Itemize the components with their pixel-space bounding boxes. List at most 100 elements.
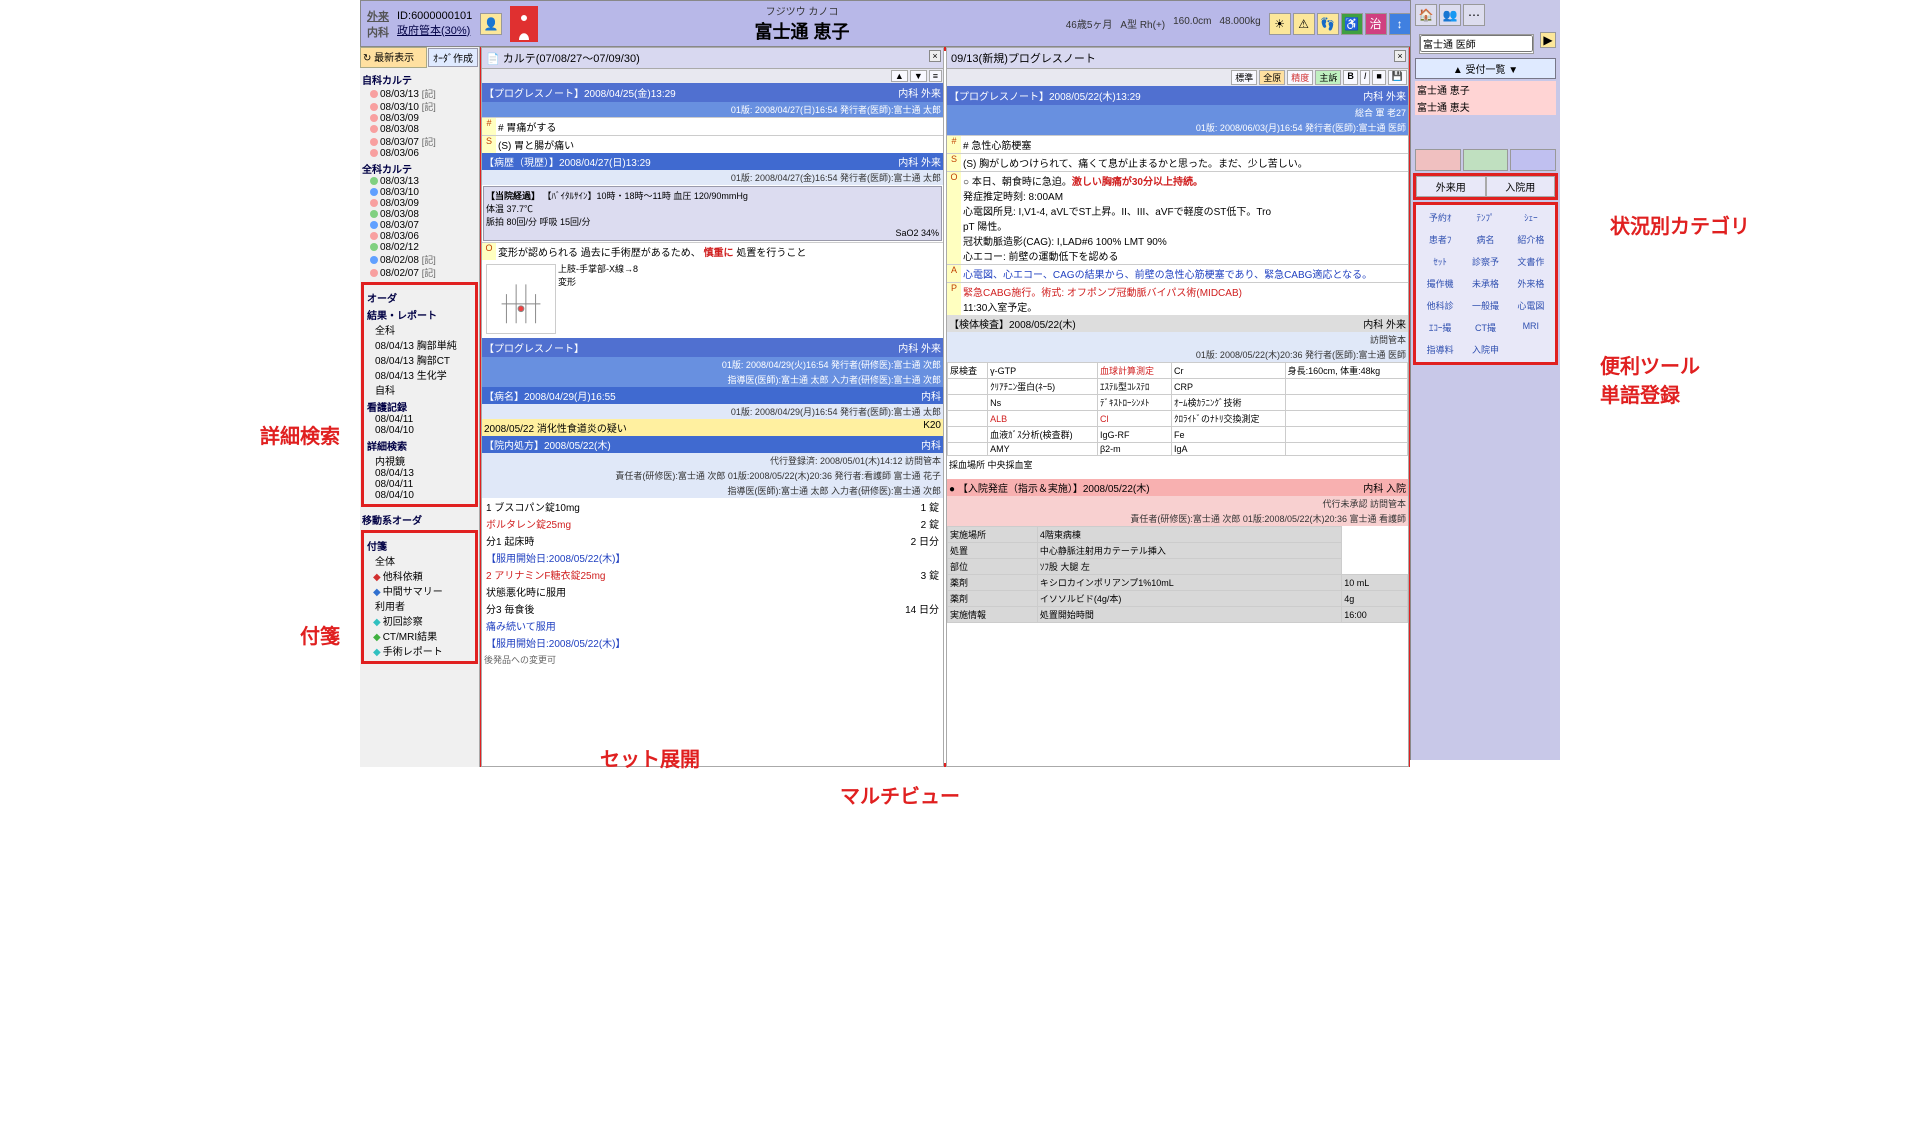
tool-palette-item[interactable]: 心電図 — [1509, 295, 1553, 316]
tree-cat-all-dept[interactable]: 全科カルテ — [362, 161, 477, 176]
tree-nursing-item[interactable]: 08/04/10 — [367, 425, 472, 436]
recent-patient-item[interactable]: 富士通 恵夫 — [1415, 98, 1556, 115]
staff-search-input[interactable] — [1420, 35, 1533, 52]
tree-date-item[interactable]: 08/03/08 — [362, 124, 477, 135]
tree-cat-detail-search[interactable]: 詳細検索 — [367, 438, 472, 453]
pane2-tool-all[interactable]: 全原 — [1259, 70, 1285, 85]
pane2-italic-icon[interactable]: I — [1360, 70, 1371, 85]
latest-view-button[interactable]: ↻ 最新表示 — [360, 47, 427, 68]
sticky-item[interactable]: 他科依頼 — [367, 568, 472, 583]
tree-date-item[interactable]: 08/03/06 — [362, 231, 477, 242]
flag2-icon[interactable]: ⚠ — [1293, 13, 1315, 35]
tool-palette-item[interactable]: 文書作 — [1509, 251, 1553, 272]
tree-date-item[interactable]: 08/03/09 — [362, 198, 477, 209]
tool-palette-item[interactable]: ｾｯﾄ — [1418, 251, 1462, 272]
tool-palette-item[interactable]: 患者ﾌ — [1418, 229, 1462, 250]
tool-palette-item[interactable]: ｼｪｰ — [1509, 207, 1553, 228]
pane2-tool-prec[interactable]: 精度 — [1287, 70, 1313, 85]
pane1-close-icon[interactable]: × — [929, 50, 941, 62]
tool-palette-item[interactable]: 予約ｵ — [1418, 207, 1462, 228]
tool-palette-item[interactable]: 入院申 — [1463, 339, 1507, 360]
tree-endo-item[interactable]: 08/04/13 — [367, 468, 472, 479]
tree-date-item[interactable]: 08/02/12 — [362, 242, 477, 253]
group-icon[interactable]: 👥 — [1439, 4, 1461, 26]
reception-list-button[interactable]: ▲ 受付一覧 ▼ — [1415, 58, 1556, 79]
tree-cat-result[interactable]: 結果・レポート — [367, 307, 472, 322]
order-create-button[interactable]: ｵｰﾀﾞ作成 — [428, 48, 478, 67]
tool-palette-item[interactable]: 外来格 — [1509, 273, 1553, 294]
recent-patient-item[interactable]: 富士通 恵子 — [1415, 81, 1556, 98]
tree-nursing-item[interactable]: 08/04/11 — [367, 414, 472, 425]
ticket-link[interactable]: 政府管本(30%) — [397, 22, 472, 38]
pane2-close-icon[interactable]: × — [1394, 50, 1406, 62]
tree-cat-order[interactable]: オーダ — [367, 290, 472, 305]
flag1-icon[interactable]: ☀ — [1269, 13, 1291, 35]
flag3-icon[interactable]: 👣 — [1317, 13, 1339, 35]
sticky-item[interactable]: CT/MRI結果 — [367, 628, 472, 643]
pane1-tool-up-icon[interactable]: ▲ — [891, 70, 908, 82]
tabbar-icon1[interactable] — [1415, 149, 1461, 171]
tree-date-item[interactable]: 08/02/07 [記] — [362, 266, 477, 279]
tree-date-item[interactable]: 08/03/07 [記] — [362, 135, 477, 148]
tabbar-icon3[interactable] — [1510, 149, 1556, 171]
tree-cat-nursing[interactable]: 看護記録 — [367, 399, 472, 414]
tree-date-item[interactable]: 08/03/13 — [362, 176, 477, 187]
dept-internal[interactable]: 内科 — [367, 24, 389, 40]
tree-sticky-all[interactable]: 全体 — [367, 553, 472, 568]
tab-inpatient[interactable]: 入院用 — [1486, 176, 1556, 197]
tree-date-item[interactable]: 08/03/08 — [362, 209, 477, 220]
sticky-item[interactable]: 初回診察 — [367, 613, 472, 628]
dept-outpatient[interactable]: 外来 — [367, 8, 389, 24]
tree-sub-endoscope[interactable]: 内視鏡 — [367, 453, 472, 468]
tree-cat-self-dept[interactable]: 自科カルテ — [362, 72, 477, 87]
pane2-tool-chief[interactable]: 主訴 — [1315, 70, 1341, 85]
tree-date-item[interactable]: 08/03/07 — [362, 220, 477, 231]
tree-date-item[interactable]: 08/03/09 — [362, 113, 477, 124]
sticky-item[interactable]: 手術レポート — [367, 643, 472, 658]
tree-cat-sticky[interactable]: 付箋 — [367, 538, 472, 553]
pane1-tool-menu-icon[interactable]: ≡ — [929, 70, 942, 82]
pane2-tool-std[interactable]: 標準 — [1231, 70, 1257, 85]
tool-palette-item[interactable]: 撮作機 — [1418, 273, 1462, 294]
tree-date-item[interactable]: 08/03/13 [記] — [362, 87, 477, 100]
tree-date-item[interactable]: 08/03/10 [記] — [362, 100, 477, 113]
tree-result-item[interactable]: 08/04/13 生化学 — [367, 367, 472, 382]
tool-palette-item[interactable]: 一般撮 — [1463, 295, 1507, 316]
tree-sticky-user[interactable]: 利用者 — [367, 598, 472, 613]
wheelchair-icon[interactable]: ♿ — [1341, 13, 1363, 35]
tree-date-item[interactable]: 08/02/08 [記] — [362, 253, 477, 266]
flag6-icon[interactable]: ↕ — [1389, 13, 1411, 35]
tool-palette-item[interactable]: 未承格 — [1463, 273, 1507, 294]
sticky-item[interactable]: 中間サマリー — [367, 583, 472, 598]
pane2-color-icon[interactable]: ■ — [1372, 70, 1385, 85]
tool-palette-item[interactable]: CT撮 — [1463, 317, 1507, 338]
tree-result-item[interactable]: 08/04/13 胸部単純 — [367, 337, 472, 352]
tool-palette-item[interactable]: 診察予 — [1463, 251, 1507, 272]
tool-palette-item[interactable]: 紹介格 — [1509, 229, 1553, 250]
tool-palette-item[interactable]: MRI — [1509, 317, 1553, 338]
tree-endo-item[interactable]: 08/04/10 — [367, 490, 472, 501]
staff-search-box[interactable] — [1419, 34, 1534, 54]
tool-palette-item[interactable]: 指導料 — [1418, 339, 1462, 360]
pane1-tool-down-icon[interactable]: ▼ — [910, 70, 927, 82]
search-go-icon[interactable]: ▶ — [1540, 32, 1556, 48]
pane2-bold-icon[interactable]: B — [1343, 70, 1358, 85]
tree-sub-all[interactable]: 全科 — [367, 322, 472, 337]
tool-palette-item[interactable]: ｴｺｰ撮 — [1418, 317, 1462, 338]
tabbar-icon2[interactable] — [1463, 149, 1509, 171]
tree-date-item[interactable]: 08/03/10 — [362, 187, 477, 198]
tree-date-item[interactable]: 08/03/06 — [362, 148, 477, 159]
home-icon[interactable]: 🏠 — [1415, 4, 1437, 26]
tool-palette-item[interactable]: 病名 — [1463, 229, 1507, 250]
tree-sub-self[interactable]: 自科 — [367, 382, 472, 397]
tree-endo-item[interactable]: 08/04/11 — [367, 479, 472, 490]
tool-palette-item[interactable]: ﾃﾝﾌﾟ — [1463, 207, 1507, 228]
tree-cat-move-order[interactable]: 移動系オーダ — [362, 512, 477, 527]
misc-icon[interactable]: ⋯ — [1463, 4, 1485, 26]
tool-palette-item[interactable]: 他科診 — [1418, 295, 1462, 316]
person-icon[interactable]: 👤 — [480, 13, 502, 35]
cure-icon[interactable]: 治 — [1365, 13, 1387, 35]
hand-xray-thumbnail[interactable] — [486, 264, 556, 334]
tab-outpatient[interactable]: 外来用 — [1416, 176, 1486, 197]
pane2-save-icon[interactable]: 💾 — [1388, 70, 1407, 85]
